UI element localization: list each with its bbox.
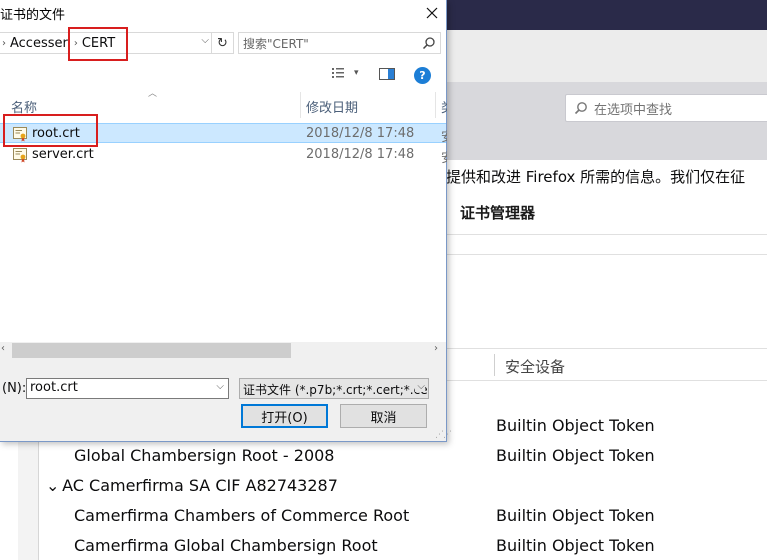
highlight-box-root-crt	[3, 114, 98, 147]
cert-row-name[interactable]: Camerfirma Global Chambersign Root	[74, 536, 378, 555]
file-open-dialog: 证书的文件 › Accesser › CERT ⌵ ↻ 搜索"CERT" ▾ ?…	[0, 0, 452, 442]
refresh-button[interactable]: ↻	[212, 32, 234, 54]
resize-grip[interactable]: ⋰⋰	[435, 430, 452, 440]
column-header-modified-date[interactable]: 修改日期	[306, 97, 358, 116]
privacy-description-text: 提供和改进 Firefox 所需的信息。我们仅在征	[446, 168, 746, 186]
preferences-search-input[interactable]: 在选项中查找	[565, 94, 767, 122]
scroll-right-icon[interactable]: ›	[434, 343, 438, 354]
cert-row-device[interactable]: Builtin Object Token	[496, 416, 655, 435]
file-type: 安	[441, 147, 447, 166]
cert-row-name[interactable]: Camerfirma Chambers of Commerce Root	[74, 506, 409, 525]
column-header-security-device[interactable]: 安全设备	[505, 356, 565, 377]
folder-search-input[interactable]: 搜索"CERT"	[238, 32, 441, 54]
file-date: 2018/12/8 17:48	[306, 126, 415, 141]
chevron-down-icon[interactable]: ▾	[354, 68, 359, 78]
filename-value: root.crt	[30, 380, 78, 395]
cert-group-row[interactable]: ⌄ AC Camerfirma SA CIF A82743287	[46, 476, 338, 495]
dialog-title: 证书的文件	[0, 8, 66, 23]
view-options-icon[interactable]	[332, 66, 348, 80]
scroll-left-icon[interactable]: ‹	[1, 343, 5, 354]
close-button[interactable]	[418, 0, 446, 26]
folder-search-placeholder: 搜索"CERT"	[243, 36, 309, 51]
dialog-footer	[0, 359, 446, 441]
filetype-select[interactable]: 证书文件 (*.p7b;*.crt;*.cert;*.cer) ⌵	[239, 378, 429, 399]
cert-row-device[interactable]: Builtin Object Token	[496, 536, 655, 555]
cert-row-device[interactable]: Builtin Object Token	[496, 506, 655, 525]
horizontal-scrollbar[interactable]: ‹ ›	[0, 342, 446, 359]
file-name: server.crt	[32, 147, 94, 162]
column-separator[interactable]	[435, 92, 436, 118]
file-row[interactable]: server.crt 2018/12/8 17:48 安	[0, 145, 447, 166]
preview-pane-icon[interactable]	[379, 68, 395, 80]
column-separator[interactable]	[300, 92, 301, 118]
column-separator	[494, 354, 495, 376]
certificate-file-icon	[13, 148, 27, 163]
chevron-down-icon[interactable]: ⌄	[46, 476, 59, 495]
column-header-type[interactable]: 类	[441, 97, 447, 116]
filename-label: (N):	[2, 381, 27, 396]
open-button[interactable]: 打开(O)	[241, 404, 328, 428]
cert-row-device[interactable]: Builtin Object Token	[496, 446, 655, 465]
filetype-value: 证书文件 (*.p7b;*.crt;*.cert;*.cer)	[243, 383, 429, 397]
cert-group-name: AC Camerfirma SA CIF A82743287	[62, 476, 338, 495]
file-date: 2018/12/8 17:48	[306, 147, 415, 162]
preferences-search-placeholder: 在选项中查找	[594, 102, 673, 118]
chevron-down-icon[interactable]: ⌵	[415, 381, 425, 392]
cancel-button[interactable]: 取消	[340, 404, 427, 428]
search-icon	[574, 102, 587, 115]
breadcrumb-item[interactable]: Accesser	[10, 36, 68, 51]
cert-row-name[interactable]: Global Chambersign Root - 2008	[74, 446, 334, 465]
chevron-down-icon[interactable]: ⌵	[201, 35, 209, 46]
close-icon	[426, 7, 438, 19]
chevron-down-icon[interactable]: ⌵	[216, 381, 224, 392]
search-icon	[422, 37, 435, 50]
scrollbar-thumb[interactable]	[12, 343, 291, 358]
sort-up-icon: ︿	[148, 89, 158, 99]
chevron-right-icon[interactable]: ›	[2, 38, 6, 49]
filename-input[interactable]: root.crt ⌵	[26, 378, 229, 399]
file-type: 安	[441, 126, 447, 145]
certificate-manager-title: 证书管理器	[460, 204, 536, 222]
help-icon[interactable]: ?	[414, 67, 431, 84]
highlight-box-cert-folder	[68, 27, 128, 61]
refresh-icon: ↻	[217, 35, 228, 51]
